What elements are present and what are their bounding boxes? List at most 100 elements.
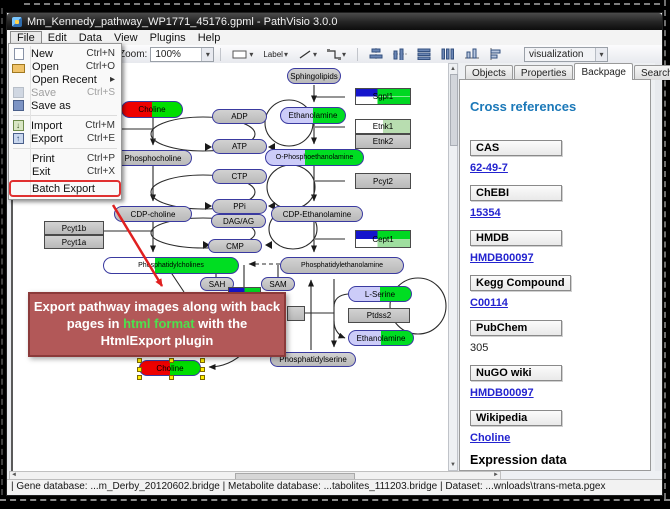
pathway-node-ctp[interactable]: CTP bbox=[212, 169, 267, 184]
xref-link-chebi[interactable]: 15354 bbox=[470, 207, 650, 219]
file-menu-item-print[interactable]: PrintCtrl+P bbox=[10, 152, 120, 165]
pathway-node-etnk2[interactable]: Etnk2 bbox=[355, 134, 411, 149]
window-title: Mm_Kennedy_pathway_WP1771_45176.gpml - P… bbox=[27, 16, 337, 28]
menu-item-label: Open bbox=[32, 61, 82, 73]
line-tool-button[interactable]: ▾ bbox=[295, 47, 320, 62]
zoom-combobox[interactable]: 100% ▾ bbox=[150, 47, 214, 62]
selection-handle[interactable] bbox=[137, 367, 142, 372]
scroll-up-icon[interactable]: ▲ bbox=[449, 65, 457, 73]
align-left-button[interactable] bbox=[486, 46, 506, 62]
gene-tool-button[interactable]: ▾ bbox=[229, 47, 256, 62]
pathway-node-cdp-ethanolamine[interactable]: CDP-Ethanolamine bbox=[271, 206, 363, 222]
selection-handle[interactable] bbox=[200, 367, 205, 372]
pathway-node-adp[interactable]: ADP bbox=[212, 109, 267, 124]
pathway-node-pcyt1b[interactable]: Pcyt1b bbox=[44, 221, 104, 235]
pathway-node-cmp[interactable]: CMP bbox=[208, 239, 262, 253]
node-label: CDP-choline bbox=[131, 210, 176, 219]
xref-header-hmdb: HMDB bbox=[470, 230, 562, 246]
pathway-node-phosphocholine[interactable]: Phosphocholine bbox=[114, 150, 192, 166]
file-menu-item-import[interactable]: ImportCtrl+M bbox=[10, 119, 120, 132]
file-menu-item-export[interactable]: ExportCtrl+E bbox=[10, 132, 120, 145]
connector-tool-button[interactable]: ▾ bbox=[324, 47, 349, 62]
chevron-down-icon[interactable]: ▾ bbox=[201, 48, 213, 61]
selection-handle[interactable] bbox=[137, 375, 142, 380]
pathway-node-choline[interactable]: Choline bbox=[139, 360, 201, 376]
selection-handle[interactable] bbox=[200, 375, 205, 380]
file-menu-item-exit[interactable]: ExitCtrl+X bbox=[10, 165, 120, 178]
distribute-vertical-button[interactable] bbox=[438, 46, 458, 62]
label-tool-button[interactable]: Label ▾ bbox=[260, 48, 291, 61]
pathway-node-phosphatidylcholines[interactable]: Phosphatidylcholines bbox=[103, 257, 239, 274]
menu-icon-placeholder bbox=[12, 74, 25, 85]
scroll-left-icon[interactable]: ◄ bbox=[10, 472, 18, 479]
menu-plugins[interactable]: Plugins bbox=[144, 31, 192, 45]
file-menu-item-open[interactable]: OpenCtrl+O bbox=[10, 60, 120, 73]
pathway-node-etnk1[interactable]: Etnk1 bbox=[355, 119, 411, 134]
pathway-node-l-serine[interactable]: L-Serine bbox=[348, 286, 412, 302]
align-left-icon bbox=[489, 48, 503, 60]
chevron-down-icon[interactable]: ▾ bbox=[595, 48, 607, 61]
vertical-scroll-thumb[interactable] bbox=[450, 74, 458, 146]
menu-help[interactable]: Help bbox=[192, 31, 227, 45]
selection-handle[interactable] bbox=[200, 358, 205, 363]
menu-item-label: Exit bbox=[32, 166, 83, 178]
file-menu-item-new[interactable]: NewCtrl+N bbox=[10, 47, 120, 60]
scroll-right-icon[interactable]: ► bbox=[492, 472, 500, 479]
node-label: DAG/AG bbox=[223, 217, 254, 226]
selection-handle[interactable] bbox=[137, 358, 142, 363]
visualization-combobox[interactable]: visualization ▾ bbox=[524, 47, 608, 62]
align-center-button[interactable] bbox=[366, 46, 386, 62]
xref-link-cas[interactable]: 62-49-7 bbox=[470, 162, 650, 174]
menu-shortcut: Ctrl+N bbox=[86, 48, 115, 59]
align-bottom-button[interactable] bbox=[462, 46, 482, 62]
pathway-node-sgpl1[interactable]: Sgpl1 bbox=[355, 88, 411, 105]
pathway-node-cept1[interactable]: Cept1 bbox=[355, 230, 411, 248]
pathway-node-phosphatidylethanolamine[interactable]: Phosphatidylethanolamine bbox=[280, 257, 404, 274]
xref-link-hmdb[interactable]: HMDB00097 bbox=[470, 252, 650, 264]
chevron-down-icon[interactable]: ▾ bbox=[313, 50, 317, 59]
node-label: CTP bbox=[232, 172, 248, 181]
pathway-node-dag-ag[interactable]: DAG/AG bbox=[211, 214, 266, 228]
pathway-node-sam[interactable]: SAM bbox=[261, 277, 295, 291]
pathway-node-pcyt2[interactable]: Pcyt2 bbox=[355, 173, 411, 189]
file-menu-item-batch-export[interactable]: Batch Export bbox=[10, 181, 120, 196]
backpage-content: Cross references CAS62-49-7ChEBI15354HMD… bbox=[459, 79, 651, 471]
scroll-down-icon[interactable]: ▼ bbox=[449, 461, 457, 469]
align-middle-button[interactable] bbox=[390, 46, 410, 62]
pathway-node-atp[interactable]: ATP bbox=[212, 139, 267, 154]
tab-backpage[interactable]: Backpage bbox=[574, 63, 632, 80]
pathway-node-cdp-choline[interactable]: CDP-choline bbox=[114, 206, 192, 222]
file-menu-item-open-recent[interactable]: Open Recent▸ bbox=[10, 73, 120, 86]
pathway-node[interactable] bbox=[287, 306, 305, 321]
pathway-node-choline[interactable]: Choline bbox=[121, 101, 183, 118]
selection-handle[interactable] bbox=[169, 358, 174, 363]
node-label: Phosphocholine bbox=[125, 154, 182, 163]
file-menu-item-save-as[interactable]: Save as bbox=[10, 99, 120, 112]
xref-header-chebi: ChEBI bbox=[470, 185, 562, 201]
xref-link-kegg-compound[interactable]: C00114 bbox=[470, 297, 650, 309]
file-menu-item-save[interactable]: SaveCtrl+S bbox=[10, 86, 120, 99]
titlebar[interactable]: Mm_Kennedy_pathway_WP1771_45176.gpml - P… bbox=[7, 13, 662, 30]
slide-dashed-border-top bbox=[24, 3, 660, 5]
selection-handle[interactable] bbox=[169, 375, 174, 380]
toolbar-separator bbox=[357, 48, 358, 61]
tab-objects[interactable]: Objects bbox=[465, 65, 513, 80]
node-label: Phosphatidylserine bbox=[279, 355, 347, 364]
xref-link-wikipedia[interactable]: Choline bbox=[470, 432, 650, 444]
pathway-node-ethanolamine[interactable]: Ethanolamine bbox=[280, 107, 346, 124]
distribute-horizontal-button[interactable] bbox=[414, 46, 434, 62]
chevron-down-icon[interactable]: ▾ bbox=[284, 50, 288, 59]
pathway-node-ethanolamine[interactable]: Ethanolamine bbox=[348, 330, 414, 346]
chevron-down-icon[interactable]: ▾ bbox=[249, 50, 253, 59]
tab-search[interactable]: Search bbox=[634, 65, 670, 80]
chevron-down-icon[interactable]: ▾ bbox=[342, 50, 346, 59]
pathway-node-ptdss2[interactable]: Ptdss2 bbox=[348, 308, 410, 323]
node-label: CMP bbox=[226, 242, 244, 251]
pathway-node-sphingolipids[interactable]: Sphingolipids bbox=[287, 68, 341, 84]
pathway-node-pcyt1a[interactable]: Pcyt1a bbox=[44, 235, 104, 249]
tab-properties[interactable]: Properties bbox=[514, 65, 574, 80]
xref-link-nugo-wiki[interactable]: HMDB00097 bbox=[470, 387, 650, 399]
pathway-node-ppi[interactable]: PPi bbox=[212, 199, 267, 214]
pathway-node-o-phosphoethanolamine[interactable]: O-Phosphoethanolamine bbox=[265, 149, 364, 166]
canvas-vertical-scrollbar[interactable]: ▲ ▼ bbox=[448, 63, 458, 471]
